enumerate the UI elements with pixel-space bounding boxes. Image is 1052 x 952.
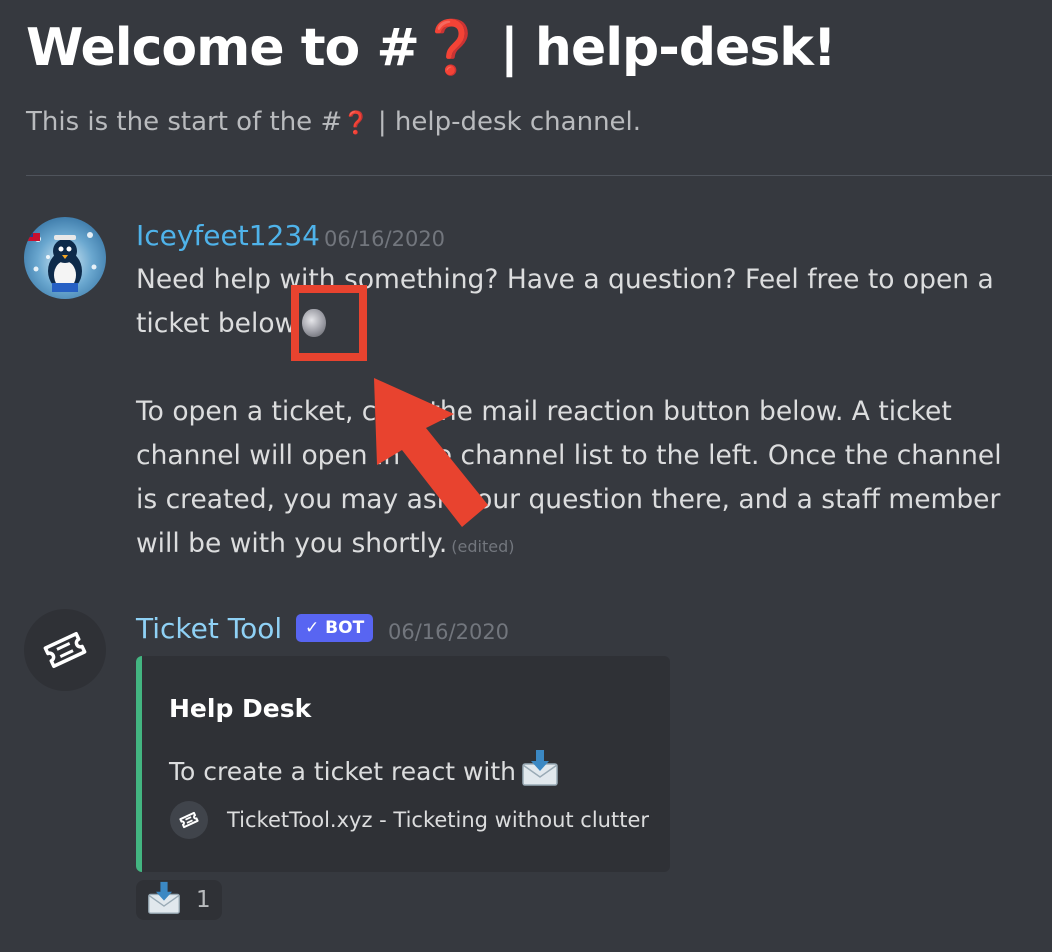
- reaction-button[interactable]: 1: [136, 880, 222, 920]
- bot-tag: ✓ BOT: [296, 614, 374, 642]
- embed-description: To create a ticket react with: [169, 749, 560, 793]
- message-line: To open a ticket, click the mail reactio…: [136, 396, 1002, 559]
- message-text: Need help with something? Have a questio…: [136, 258, 1016, 346]
- inbox-envelope-icon: [146, 881, 182, 919]
- embed-description-text: To create a ticket react with: [169, 757, 517, 786]
- question-mark-emoji-icon: ❓: [342, 111, 370, 136]
- message-timestamp: 06/16/2020: [388, 620, 510, 644]
- ticket-tool-avatar[interactable]: [24, 609, 106, 691]
- embed-footer-text: TicketTool.xyz - Ticketing without clutt…: [227, 808, 650, 832]
- subtitle-prefix: This is the start of the #: [26, 107, 343, 137]
- message-timestamp: 06/16/2020: [324, 227, 446, 251]
- channel-welcome-subtitle: This is the start of the #❓ | help-desk …: [26, 104, 641, 142]
- message-embed: Help Desk To create a ticket react with: [136, 656, 670, 872]
- ticket-icon: [43, 632, 87, 668]
- annotation-highlight-box: [291, 285, 367, 361]
- penguin-icon: [28, 232, 97, 292]
- message-author[interactable]: Iceyfeet1234: [136, 218, 320, 254]
- channel-view: Welcome to #❓ | help-desk! This is the s…: [0, 0, 1052, 952]
- reaction-count: 1: [196, 887, 211, 913]
- message-line: Need help with something? Have a questio…: [136, 264, 994, 339]
- message-author[interactable]: Ticket Tool: [136, 611, 282, 647]
- message-text: To open a ticket, click the mail reactio…: [136, 390, 1016, 569]
- embed-title: Help Desk: [169, 694, 312, 723]
- inbox-envelope-icon: [520, 749, 560, 793]
- title-suffix: | help-desk!: [482, 18, 837, 78]
- question-mark-emoji-icon: ❓: [418, 18, 484, 78]
- embed-footer: TicketTool.xyz - Ticketing without clutt…: [170, 800, 649, 840]
- edited-tag: (edited): [451, 537, 515, 556]
- divider: [26, 175, 1052, 176]
- channel-welcome-title: Welcome to #❓ | help-desk!: [26, 14, 837, 82]
- subtitle-suffix: | help-desk channel.: [369, 107, 642, 137]
- ticket-icon: [170, 801, 208, 839]
- penguin-avatar-icon[interactable]: [24, 217, 106, 299]
- title-prefix: Welcome to #: [26, 18, 420, 78]
